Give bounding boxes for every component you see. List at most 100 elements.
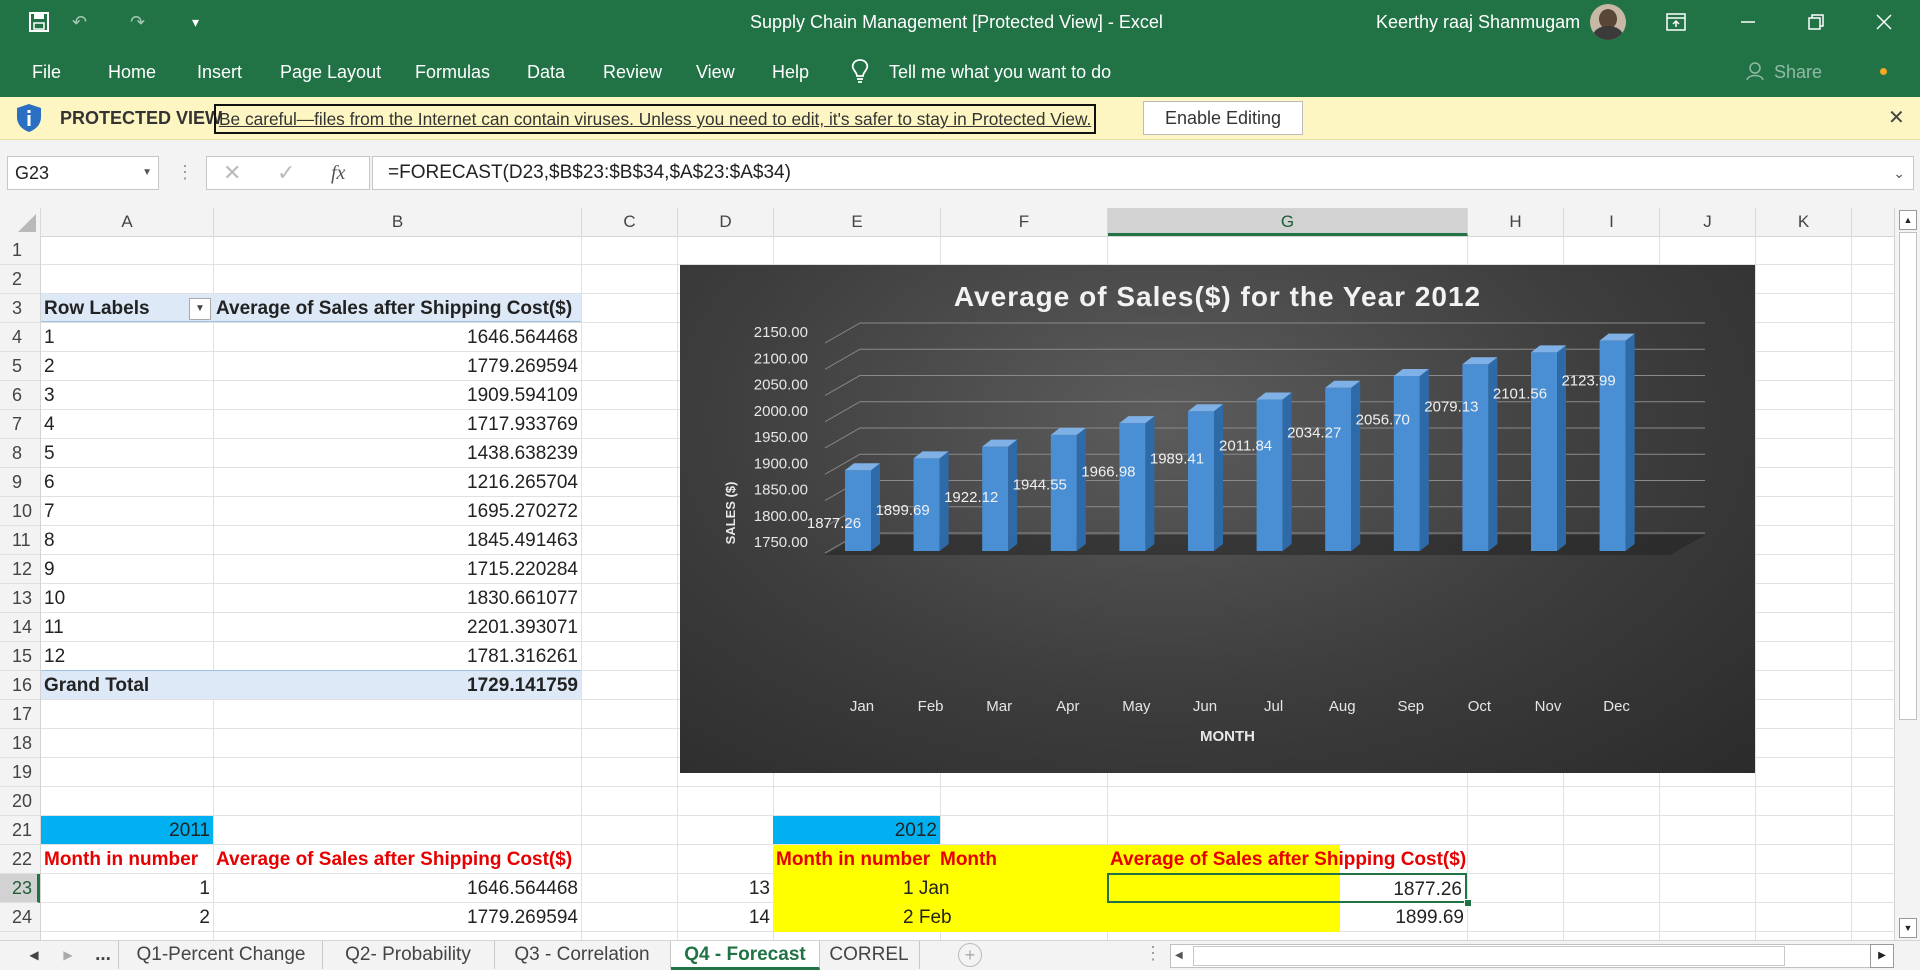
row-header[interactable]: 1 — [0, 236, 40, 265]
chevron-down-icon[interactable]: ▼ — [142, 157, 152, 189]
filter-dropdown-icon[interactable]: ▼ — [189, 298, 211, 320]
row-header[interactable]: 17 — [0, 700, 40, 729]
pivot-row-value: 1695.270272 — [467, 501, 578, 522]
bar[interactable] — [1119, 423, 1146, 551]
check-icon[interactable]: ✓ — [277, 157, 295, 189]
row-header[interactable]: 2 — [0, 265, 40, 294]
tab-review[interactable]: Review — [603, 44, 662, 97]
tab-insert[interactable]: Insert — [197, 44, 242, 97]
name-box[interactable]: G23 ▼ — [7, 156, 159, 190]
row-header[interactable]: 16 — [0, 671, 40, 700]
select-all-corner[interactable] — [0, 208, 41, 236]
vertical-scrollbar[interactable]: ▲ ▼ — [1894, 208, 1920, 940]
customize-qat-icon[interactable]: ▾ — [192, 0, 206, 44]
tab-view[interactable]: View — [696, 44, 735, 97]
scroll-right-icon[interactable]: ▶ — [1870, 944, 1894, 968]
scroll-up-icon[interactable]: ▲ — [1899, 210, 1917, 230]
tab-page-layout[interactable]: Page Layout — [280, 44, 381, 97]
row-header[interactable]: 22 — [0, 845, 40, 874]
next-sheet-icon[interactable]: ▶ — [56, 941, 80, 969]
row-header[interactable]: 7 — [0, 410, 40, 439]
prev-sheet-icon[interactable]: ◀ — [22, 941, 46, 969]
share-button[interactable]: Share — [1774, 44, 1822, 97]
column-header-b[interactable]: B — [214, 208, 582, 236]
column-header-h[interactable]: H — [1468, 208, 1564, 236]
row-header[interactable]: 14 — [0, 613, 40, 642]
lightbulb-icon[interactable] — [850, 44, 870, 97]
tab-q3[interactable]: Q3 - Correlation — [494, 941, 671, 969]
row-header[interactable]: 13 — [0, 584, 40, 613]
more-options-icon[interactable]: ⋮ — [176, 156, 194, 188]
column-header-e[interactable]: E — [774, 208, 941, 236]
column-header-g[interactable]: G — [1108, 208, 1468, 236]
row-header[interactable]: 19 — [0, 758, 40, 787]
row-header[interactable]: 21 — [0, 816, 40, 845]
tab-q2[interactable]: Q2- Probability — [322, 941, 495, 969]
horizontal-scrollbar[interactable]: ◀ — [1170, 944, 1882, 968]
close-protected-bar-icon[interactable]: ✕ — [1888, 97, 1905, 139]
row-header[interactable]: 15 — [0, 642, 40, 671]
row-header[interactable]: 4 — [0, 323, 40, 352]
expand-formula-icon[interactable]: ⌄ — [1893, 157, 1905, 189]
ribbon-display-options-icon[interactable] — [1648, 0, 1704, 44]
row-header[interactable]: 9 — [0, 468, 40, 497]
selected-cell-g23[interactable]: 1877.26 — [1107, 873, 1467, 903]
h-scroll-thumb[interactable] — [1193, 946, 1785, 966]
bar[interactable] — [1531, 352, 1557, 551]
row-header[interactable]: 6 — [0, 381, 40, 410]
redo-icon[interactable]: ↷ — [130, 0, 158, 44]
formula-input[interactable]: =FORECAST(D23,$B$23:$B$34,$A$23:$A$34) ⌄ — [372, 156, 1914, 190]
column-header-k[interactable]: K — [1756, 208, 1852, 236]
row-header[interactable]: 12 — [0, 555, 40, 584]
bar[interactable] — [845, 470, 871, 551]
tab-correl[interactable]: CORREL — [819, 941, 920, 969]
scroll-down-icon[interactable]: ▼ — [1899, 918, 1917, 938]
row-header[interactable]: 23 — [0, 874, 40, 903]
restore-icon[interactable] — [1788, 0, 1844, 44]
avatar[interactable] — [1590, 4, 1626, 40]
bar[interactable] — [1188, 411, 1214, 551]
close-icon[interactable] — [1856, 0, 1912, 44]
row-header[interactable]: 11 — [0, 526, 40, 555]
scroll-left-icon[interactable]: ◀ — [1175, 945, 1183, 967]
undo-icon[interactable]: ↶ — [72, 0, 100, 44]
row-header[interactable]: 8 — [0, 439, 40, 468]
row-header[interactable]: 18 — [0, 729, 40, 758]
save-icon[interactable] — [28, 0, 58, 44]
enable-editing-button[interactable]: Enable Editing — [1143, 101, 1303, 135]
column-header-c[interactable]: C — [582, 208, 678, 236]
add-sheet-icon[interactable]: + — [958, 943, 982, 967]
row-header[interactable]: 5 — [0, 352, 40, 381]
tab-q4-forecast[interactable]: Q4 - Forecast — [671, 941, 820, 970]
row-header[interactable]: 24 — [0, 903, 40, 932]
insert-function-icon[interactable]: fx — [331, 157, 345, 189]
tab-formulas[interactable]: Formulas — [415, 44, 490, 97]
row-header[interactable]: 3 — [0, 294, 40, 323]
more-sheets-button[interactable]: ... — [88, 941, 119, 969]
user-name[interactable]: Keerthy raaj Shanmugam — [1376, 0, 1580, 44]
tab-file[interactable]: File — [32, 44, 61, 97]
tab-q1[interactable]: Q1-Percent Change — [120, 941, 323, 969]
column-header-j[interactable]: J — [1660, 208, 1756, 236]
scroll-thumb[interactable] — [1899, 232, 1917, 720]
row-header[interactable]: 20 — [0, 787, 40, 816]
column-header-d[interactable]: D — [678, 208, 774, 236]
sales-chart[interactable]: Average of Sales($) for the Year 2012 SA… — [680, 265, 1755, 773]
tab-data[interactable]: Data — [527, 44, 565, 97]
tab-help[interactable]: Help — [772, 44, 809, 97]
bar[interactable] — [1256, 399, 1283, 551]
bar[interactable] — [1393, 375, 1420, 551]
tab-split-handle[interactable]: ⋮ — [1144, 943, 1162, 964]
cancel-icon[interactable]: ✕ — [223, 157, 241, 189]
row-header[interactable]: 10 — [0, 497, 40, 526]
protected-view-message-link[interactable]: Be careful—files from the Internet can c… — [214, 104, 1097, 134]
column-header-f[interactable]: F — [941, 208, 1108, 236]
minimize-icon[interactable] — [1720, 0, 1776, 44]
tell-me-search[interactable]: Tell me what you want to do — [889, 44, 1111, 97]
user-share-icon[interactable] — [1745, 44, 1765, 97]
column-header-a[interactable]: A — [41, 208, 214, 236]
bar[interactable] — [1462, 364, 1489, 551]
column-header-i[interactable]: I — [1564, 208, 1660, 236]
bar[interactable] — [1325, 387, 1352, 551]
tab-home[interactable]: Home — [108, 44, 156, 97]
